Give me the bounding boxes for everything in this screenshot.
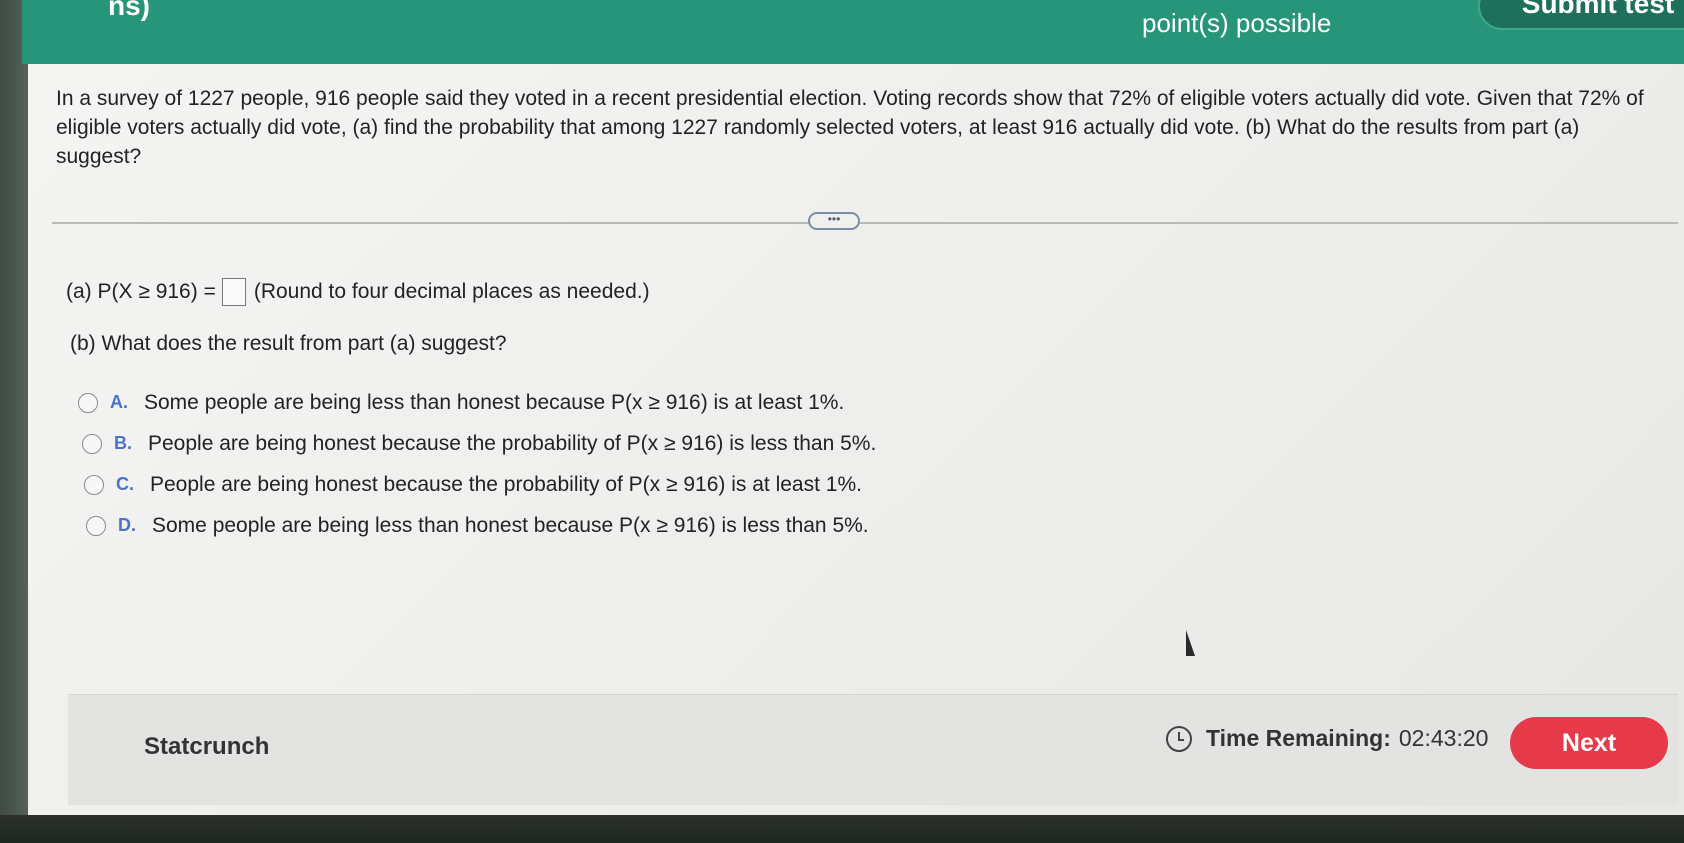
question-text: In a survey of 1227 people, 916 people s… [56,87,1644,168]
option-text: People are being honest because the prob… [148,431,877,455]
part-a-prefix: (a) P(X ≥ 916) = [66,280,216,303]
option-text: Some people are being less than honest b… [152,513,869,537]
radio-icon[interactable] [86,515,106,536]
option-letter: A. [110,392,128,412]
section-divider [52,222,1678,224]
submit-test-button[interactable]: Submit test [1478,0,1684,30]
answer-options: A. Some people are being less than hones… [78,382,876,546]
points-possible-text: point(s) possible [1142,8,1332,38]
option-c[interactable]: C. People are being honest because the p… [84,464,876,505]
radio-icon[interactable] [82,433,102,454]
option-b[interactable]: B. People are being honest because the p… [82,423,876,464]
option-a[interactable]: A. Some people are being less than hones… [78,382,876,423]
time-remaining-value: 02:43:20 [1398,725,1489,751]
option-letter: D. [118,515,136,535]
part-a-hint: (Round to four decimal places as needed.… [253,280,650,303]
radio-icon[interactable] [84,474,104,495]
option-text: People are being honest because the prob… [150,472,862,496]
part-a-answer-input[interactable] [221,278,246,306]
header-left-text: ns) [108,0,150,21]
option-text: Some people are being less than honest b… [144,390,845,414]
time-remaining-label: Time Remaining: [1206,725,1391,751]
next-button[interactable]: Next [1510,717,1668,769]
question-panel: In a survey of 1227 people, 916 people s… [28,64,1684,826]
statcrunch-link[interactable]: Statcrunch [144,733,269,761]
part-b-prompt: (b) What does the result from part (a) s… [70,332,507,355]
clock-icon [1166,725,1192,752]
photo-frame-bottom [0,815,1684,843]
part-a-row: (a) P(X ≥ 916) = (Round to four decimal … [66,278,650,306]
option-letter: C. [116,474,134,494]
expand-handle[interactable]: ••• [808,212,860,230]
option-d[interactable]: D. Some people are being less than hones… [86,505,876,546]
cursor-icon [1186,630,1204,656]
footer-bar: Statcrunch Time Remaining: 02:43:20 Next [68,694,1678,805]
option-letter: B. [114,433,132,453]
time-remaining: Time Remaining: 02:43:20 [1166,725,1488,752]
top-header-bar: ns) point(s) possible Submit test [22,0,1684,64]
radio-icon[interactable] [78,392,98,413]
